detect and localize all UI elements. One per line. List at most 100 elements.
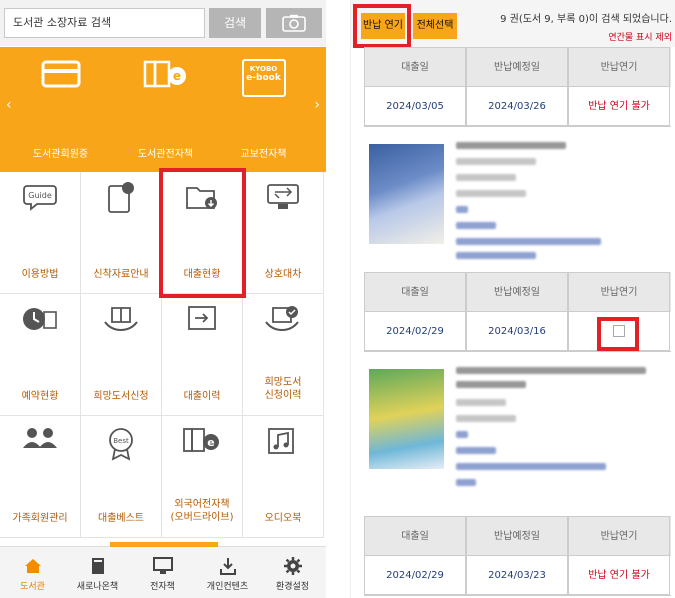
col-due-date: 반납예정일 <box>466 272 568 312</box>
foreign-ebook-icon: e <box>183 428 219 452</box>
menu-reservation[interactable]: 예약현황 <box>0 294 81 416</box>
redacted-title <box>456 381 526 388</box>
menu-family[interactable]: 가족회원관리 <box>0 416 81 538</box>
banner-library-ebook[interactable]: e 도서관전자책 <box>118 47 213 172</box>
table-row: 2024/02/29 2024/03/23 반납 연기 불가 <box>364 556 671 596</box>
redacted-text <box>456 174 516 181</box>
menu-label: 상호대차 <box>264 269 302 280</box>
redacted-text <box>456 431 468 438</box>
extend-status: 반납 연기 불가 <box>568 87 670 126</box>
redacted-text <box>456 190 526 197</box>
kyobo-logo-text: KYOBO <box>249 65 278 73</box>
tab-settings[interactable]: 환경설정 <box>260 547 325 598</box>
col-due-date: 반납예정일 <box>466 516 568 556</box>
quick-banner: ‹ › 도서관회원증 e 도서관전자책 KYOBO e-book 교보전자책 <box>0 47 326 172</box>
svg-text:Guide: Guide <box>28 191 52 200</box>
tab-personal-content[interactable]: 개인컨텐츠 <box>195 547 260 598</box>
menu-label: 이용방법 <box>21 269 59 280</box>
col-loan-date: 대출일 <box>364 516 466 556</box>
due-date: 2024/03/16 <box>466 312 568 351</box>
menu-audiobook[interactable]: 오디오북 <box>243 416 324 538</box>
tab-library[interactable]: 도서관 <box>0 547 65 598</box>
col-extend: 반납연기 <box>568 47 670 87</box>
book-icon <box>91 558 104 574</box>
redacted-text <box>456 479 476 486</box>
search-button[interactable]: 검색 <box>209 8 261 38</box>
menu-loan-history[interactable]: 대출이력 <box>162 294 243 416</box>
best-icon: Best <box>109 428 133 461</box>
table-header: 대출일 반납예정일 반납연기 <box>364 272 671 312</box>
ebook-logo-text: e-book <box>246 73 281 83</box>
redacted-text <box>456 158 536 165</box>
due-date: 2024/03/23 <box>466 556 568 595</box>
loan-date: 2024/03/05 <box>364 87 466 126</box>
book-item-1[interactable] <box>364 132 671 267</box>
loan-toolbar: 반납 연기 전체선택 9 권(도서 9, 부록 0)이 검색 되었습니다. 연간… <box>351 0 675 48</box>
banner-library-card[interactable]: 도서관회원증 <box>13 47 108 172</box>
result-count-text: 9 권(도서 9, 부록 0)이 검색 되었습니다. <box>500 14 672 25</box>
menu-guide[interactable]: Guide 이용방법 <box>0 172 81 294</box>
menu-wish-book[interactable]: 희망도서신청 <box>81 294 162 416</box>
banner-kyobo-ebook[interactable]: KYOBO e-book 교보전자책 <box>216 47 311 172</box>
due-date: 2024/03/26 <box>466 87 568 126</box>
tab-ebooks[interactable]: 전자책 <box>130 547 195 598</box>
redacted-text <box>456 415 516 422</box>
menu-label: 가족회원관리 <box>12 513 68 524</box>
interlibrary-icon <box>267 184 299 209</box>
menu-label: 신착자료안내 <box>93 269 149 280</box>
banner-label: 도서관전자책 <box>137 149 194 160</box>
new-arrival-icon <box>108 182 134 213</box>
menu-label: 희망도서 신청이력 <box>264 377 302 401</box>
svg-text:e: e <box>172 69 180 83</box>
download-icon <box>219 558 236 575</box>
camera-search-button[interactable] <box>266 8 322 38</box>
book-cover <box>369 144 444 244</box>
gear-icon <box>283 557 302 575</box>
svg-text:Best: Best <box>113 437 129 445</box>
redacted-text <box>456 463 606 470</box>
redacted-text <box>456 399 506 406</box>
col-due-date: 반납예정일 <box>466 47 568 87</box>
menu-loan-best[interactable]: Best 대출베스트 <box>81 416 162 538</box>
tab-label: 개인컨텐츠 <box>206 582 249 592</box>
bottom-tab-bar: 도서관 새로나온책 전자책 개인컨텐츠 환경설정 <box>0 542 326 598</box>
loan-table-3: 대출일 반납예정일 반납연기 2024/02/29 2024/03/23 반납 … <box>364 516 671 596</box>
col-extend: 반납연기 <box>568 272 670 312</box>
tab-label: 환경설정 <box>275 582 310 592</box>
loan-date: 2024/02/29 <box>364 312 466 351</box>
home-icon <box>24 559 41 573</box>
hide-periodicals-link[interactable]: 연간물 표시 제외 <box>608 30 672 43</box>
banner-label: 도서관회원증 <box>32 149 89 160</box>
chevron-right-icon[interactable]: › <box>314 97 320 113</box>
family-icon <box>23 428 57 448</box>
chevron-left-icon[interactable]: ‹ <box>6 97 12 113</box>
search-bar: 도서관 소장자료 검색 검색 <box>0 0 326 46</box>
menu-label: 대출베스트 <box>98 513 144 524</box>
book-item-2[interactable] <box>364 357 671 492</box>
search-input[interactable]: 도서관 소장자료 검색 <box>4 8 205 38</box>
menu-new-arrivals[interactable]: 신착자료안내 <box>81 172 162 294</box>
loan-table-1: 대출일 반납예정일 반납연기 2024/03/05 2024/03/26 반납 … <box>364 47 671 127</box>
table-header: 대출일 반납예정일 반납연기 <box>364 47 671 87</box>
redacted-text <box>456 447 496 454</box>
menu-foreign-ebook[interactable]: e 외국어전자책 (오버드라이브) <box>162 416 243 538</box>
menu-interlibrary-loan[interactable]: 상호대차 <box>243 172 324 294</box>
loan-date: 2024/02/29 <box>364 556 466 595</box>
redacted-title <box>456 142 566 149</box>
tab-label: 전자책 <box>150 582 175 592</box>
menu-grid: Guide 이용방법 신착자료안내 대출현황 상호대차 예약현황 희망도서신청 … <box>0 168 326 544</box>
highlight-box-checkbox <box>597 317 639 351</box>
select-all-button[interactable]: 전체선택 <box>413 13 457 39</box>
book-cover <box>369 369 444 469</box>
audiobook-icon <box>268 428 294 454</box>
monitor-icon <box>152 557 173 574</box>
card-icon <box>41 60 80 88</box>
redacted-text <box>456 252 536 259</box>
loan-status-page: 반납 연기 전체선택 9 권(도서 9, 부록 0)이 검색 되었습니다. 연간… <box>350 0 675 598</box>
tab-new-books[interactable]: 새로나온책 <box>65 547 130 598</box>
menu-wish-history[interactable]: 희망도서 신청이력 <box>243 294 324 416</box>
col-extend: 반납연기 <box>568 516 670 556</box>
banner-label: 교보전자책 <box>240 149 287 160</box>
menu-label: 대출이력 <box>183 391 221 402</box>
ebook-icon: e <box>143 60 186 88</box>
